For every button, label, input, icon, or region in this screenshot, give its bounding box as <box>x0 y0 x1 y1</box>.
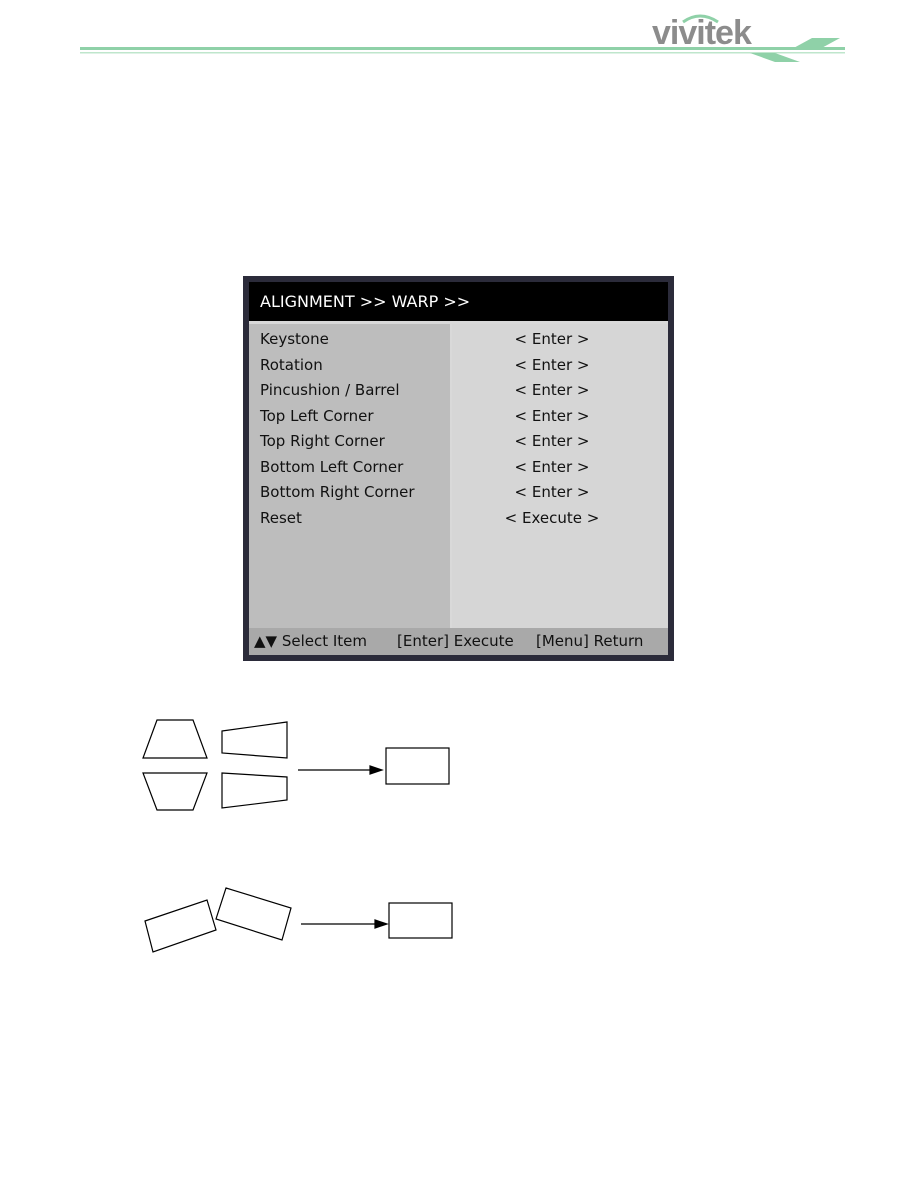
item-label: Pincushion / Barrel <box>260 381 400 399</box>
menu-item-keystone[interactable]: Keystone < Enter > <box>249 330 668 355</box>
item-value[interactable]: < Enter > <box>452 458 652 476</box>
item-value[interactable]: < Execute > <box>452 509 652 527</box>
item-label: Bottom Right Corner <box>260 483 415 501</box>
item-value[interactable]: < Enter > <box>452 483 652 501</box>
menu-item-bottom-right-corner[interactable]: Bottom Right Corner < Enter > <box>249 483 668 508</box>
item-label: Rotation <box>260 356 323 374</box>
corrected-rectangle <box>388 902 453 939</box>
item-label: Bottom Left Corner <box>260 458 404 476</box>
header-stripe <box>80 14 845 62</box>
trapezoid-top-narrow <box>142 719 208 759</box>
menu-item-reset[interactable]: Reset < Execute > <box>249 509 668 534</box>
footer-execute-hint: [Enter] Execute <box>397 632 514 650</box>
menu-item-top-left-corner[interactable]: Top Left Corner < Enter > <box>249 407 668 432</box>
item-label: Reset <box>260 509 302 527</box>
osd-menu: ALIGNMENT >> WARP >> Keystone < Enter > R… <box>243 276 674 661</box>
keystone-correction-diagram <box>142 719 453 953</box>
osd-footer: ▲▼ Select Item [Enter] Execute [Menu] Re… <box>249 628 668 655</box>
trapezoid-right-narrow <box>221 772 288 809</box>
item-value[interactable]: < Enter > <box>452 432 652 450</box>
trapezoid-bottom-narrow <box>142 772 208 811</box>
menu-item-pincushion-barrel[interactable]: Pincushion / Barrel < Enter > <box>249 381 668 406</box>
item-value[interactable]: < Enter > <box>452 407 652 425</box>
header-logo: vivitek <box>0 0 918 70</box>
item-label: Keystone <box>260 330 329 348</box>
menu-item-rotation[interactable]: Rotation < Enter > <box>249 356 668 381</box>
menu-item-top-right-corner[interactable]: Top Right Corner < Enter > <box>249 432 668 457</box>
footer-return-hint: [Menu] Return <box>536 632 644 650</box>
menu-item-bottom-left-corner[interactable]: Bottom Left Corner < Enter > <box>249 458 668 483</box>
rotated-rect-right <box>215 887 292 941</box>
footer-select-hint: ▲▼ Select Item <box>254 632 368 650</box>
arrow-head <box>369 765 384 775</box>
item-label: Top Left Corner <box>260 407 374 425</box>
item-value[interactable]: < Enter > <box>452 381 652 399</box>
trapezoid-left-narrow <box>221 721 288 759</box>
item-value[interactable]: < Enter > <box>452 356 652 374</box>
osd-title: ALIGNMENT >> WARP >> <box>249 282 668 321</box>
item-value[interactable]: < Enter > <box>452 330 652 348</box>
rotated-rect-left <box>144 899 217 953</box>
vivitek-logo: vivitek <box>652 14 752 52</box>
arrow-head <box>374 919 389 929</box>
item-label: Top Right Corner <box>260 432 385 450</box>
corrected-rectangle <box>385 747 450 785</box>
